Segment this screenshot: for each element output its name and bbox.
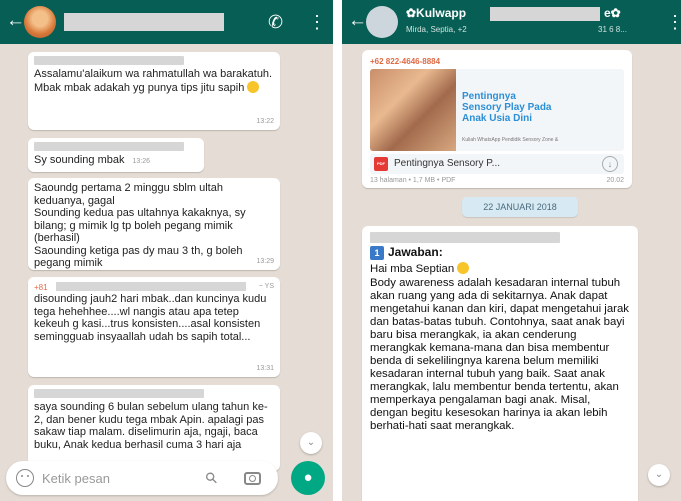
- redacted-phone: [56, 282, 246, 291]
- right-chat-screen: ← ✿Kulwapp e✿ Mirda, Septia, +2 31 6 8..…: [342, 0, 681, 501]
- paperclip-icon[interactable]: ⚲: [201, 468, 222, 488]
- mic-icon[interactable]: ●: [291, 461, 325, 495]
- message-input-placeholder[interactable]: Ketik pesan: [42, 471, 110, 486]
- left-app-bar: ← ✆ ⋮: [0, 0, 333, 44]
- message-text: Saoundg pertama 2 minggu sblm ultah kedu…: [34, 182, 246, 269]
- smile-emoji-icon: [247, 80, 260, 93]
- group-avatar[interactable]: [366, 6, 398, 38]
- message-bubble: saya sounding 6 bulan sebelum ulang tahu…: [28, 385, 280, 471]
- contact-avatar[interactable]: [24, 6, 56, 38]
- more-vert-icon[interactable]: ⋮: [666, 12, 681, 32]
- message-bubble: +81 ~ YS disounding jauh2 hari mbak..dan…: [28, 277, 280, 377]
- message-time: 13:29: [256, 257, 274, 265]
- more-vert-icon[interactable]: ⋮: [308, 12, 326, 32]
- message-input-bar[interactable]: Ketik pesan ⚲: [6, 461, 278, 495]
- redacted-sender: [34, 56, 184, 65]
- group-title[interactable]: ✿Kulwapp: [406, 6, 466, 20]
- sender-name: ~ YS: [258, 283, 274, 290]
- redacted-sender: [34, 142, 184, 151]
- message-time: 13:26: [132, 158, 151, 165]
- date-chip: 22 JANUARI 2018: [462, 197, 578, 217]
- camera-icon[interactable]: [244, 472, 261, 485]
- message-time: 20.02: [606, 177, 624, 184]
- message-text: Assalamu'alaikum wa rahmatullah wa barak…: [34, 68, 273, 94]
- add-call-icon[interactable]: ✆: [268, 12, 283, 32]
- document-file-row[interactable]: PDF Pentingnya Sensory P... ↓: [370, 154, 624, 174]
- preview-title: Pentingnya Sensory Play Pada Anak Usia D…: [462, 91, 552, 124]
- answer-body: Body awareness adalah kesadaran internal…: [370, 277, 629, 433]
- message-text: Sy sounding mbak: [34, 154, 125, 166]
- message-time: 13:22: [256, 117, 274, 125]
- message-text: disounding jauh2 hari mbak..dan kuncinya…: [34, 293, 267, 343]
- scroll-down-icon[interactable]: ⌄: [300, 432, 322, 454]
- back-arrow-icon[interactable]: ←: [348, 11, 367, 31]
- panel-divider: [333, 0, 342, 501]
- back-arrow-icon[interactable]: ←: [6, 11, 25, 31]
- download-icon[interactable]: ↓: [602, 156, 618, 172]
- number-one-icon: 1: [370, 246, 384, 260]
- smile-emoji-icon: [457, 262, 470, 275]
- answer-greeting: Hai mba Septian: [370, 263, 455, 276]
- sender-phone: +62 822-4646-8884: [370, 57, 441, 66]
- redacted-chat-name: [64, 13, 224, 31]
- pdf-icon: PDF: [374, 157, 388, 171]
- group-members: Mirda, Septia, +2: [406, 25, 467, 34]
- redacted-group-name: [490, 7, 600, 21]
- document-filename: Pentingnya Sensory P...: [394, 158, 500, 169]
- message-bubble: Saoundg pertama 2 minggu sblm ultah kedu…: [28, 178, 280, 270]
- group-title-suffix: e✿: [604, 6, 621, 20]
- answer-message: 1 Jawaban: Hai mba Septian Body awareness…: [362, 226, 638, 501]
- redacted-sender: [370, 232, 560, 243]
- baby-photo-thumbnail: [370, 69, 456, 151]
- scroll-down-icon[interactable]: ⌄: [648, 464, 670, 486]
- message-text: saya sounding 6 bulan sebelum ulang tahu…: [34, 401, 268, 451]
- sender-phone: +81: [34, 283, 48, 292]
- message-time: 13:31: [256, 364, 274, 372]
- emoji-icon[interactable]: [16, 469, 34, 487]
- document-meta: 13 halaman • 1,7 MB • PDF: [370, 177, 456, 184]
- document-message: +62 822-4646-8884 Pentingnya Sensory Pla…: [362, 50, 632, 188]
- answer-heading: Jawaban:: [388, 245, 443, 260]
- group-members-suffix: 31 6 8...: [598, 25, 627, 34]
- preview-subtitle: Kuliah WhatsApp Pendidik Sensory Zone &: [462, 137, 559, 143]
- message-bubble: Assalamu'alaikum wa rahmatullah wa barak…: [28, 52, 280, 130]
- document-preview[interactable]: Pentingnya Sensory Play Pada Anak Usia D…: [370, 69, 624, 151]
- message-bubble: Sy sounding mbak 13:26: [28, 138, 204, 172]
- right-app-bar: ← ✿Kulwapp e✿ Mirda, Septia, +2 31 6 8..…: [342, 0, 681, 44]
- left-chat-screen: ← ✆ ⋮ Assalamu'alaikum wa rahmatullah wa…: [0, 0, 333, 501]
- redacted-sender: [34, 389, 204, 398]
